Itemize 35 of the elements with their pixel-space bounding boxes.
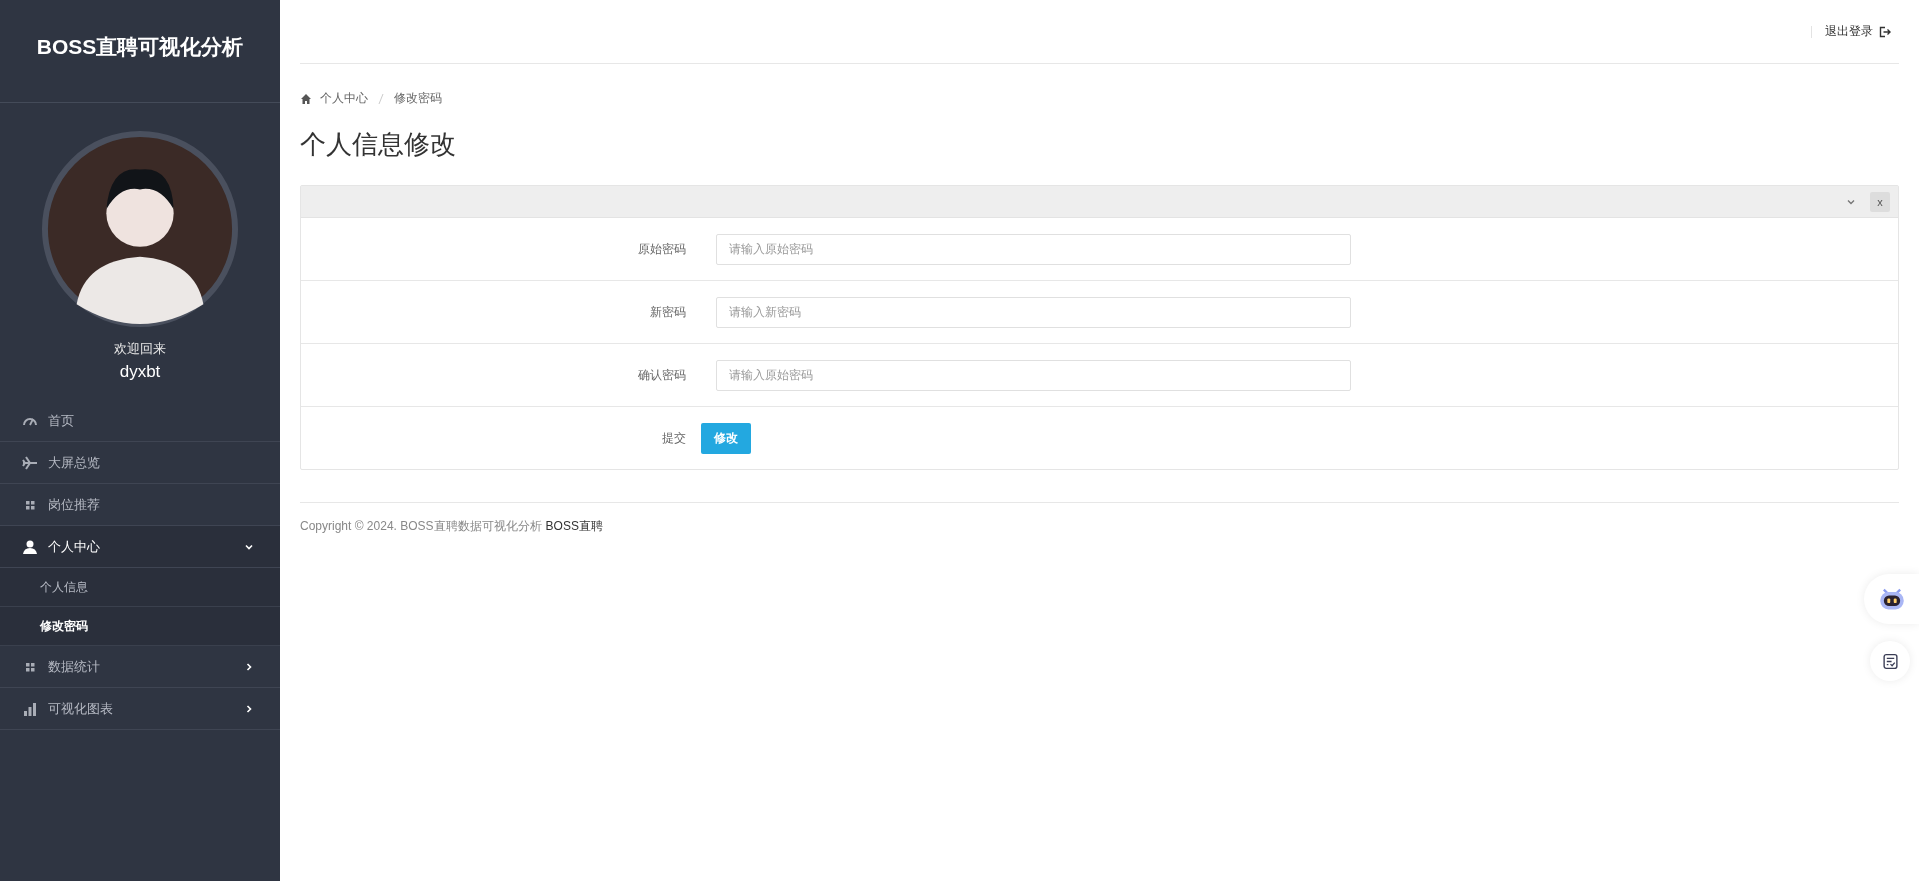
- breadcrumb-link[interactable]: 个人中心: [320, 90, 368, 107]
- greeting-text: 欢迎回来: [114, 340, 166, 358]
- logout-icon: [1879, 25, 1891, 38]
- footer-link[interactable]: BOSS直聘: [545, 518, 603, 535]
- field-label: 新密码: [649, 303, 687, 321]
- assistant-button[interactable]: [1864, 574, 1919, 624]
- copyright-text: Copyright © 2024. BOSS直聘数据可视化分析: [300, 518, 542, 535]
- chevron-right-icon: [244, 703, 254, 714]
- checklist-icon: [1881, 652, 1899, 670]
- breadcrumb-link[interactable]: 修改密码: [394, 90, 442, 107]
- field-label: 确认密码: [637, 366, 687, 384]
- home-icon: [300, 92, 312, 105]
- breadcrumb-separator: [378, 92, 384, 105]
- bar-chart-icon: [22, 700, 38, 717]
- user-icon: [22, 538, 38, 555]
- submenu-item[interactable]: 个人信息: [0, 568, 280, 607]
- password-field[interactable]: 请输入原始密码: [716, 233, 1351, 265]
- menu-item[interactable]: 数据统计: [0, 646, 280, 688]
- menu-item[interactable]: 大屏总览: [0, 442, 280, 484]
- menu-item[interactable]: 首页: [0, 400, 280, 442]
- menu-item[interactable]: 可视化图表: [0, 688, 280, 730]
- password-field[interactable]: 请输入新密码: [716, 296, 1351, 328]
- field-label: 原始密码: [637, 240, 687, 258]
- close-button[interactable]: x: [1870, 191, 1890, 212]
- logout-link[interactable]: 退出登录: [1825, 23, 1891, 40]
- notes-button[interactable]: [1870, 641, 1910, 681]
- password-field[interactable]: 请输入原始密码: [716, 359, 1351, 391]
- page-title: 个人信息修改: [300, 128, 457, 161]
- username: dyxbt: [119, 362, 161, 382]
- submenu-item[interactable]: 修改密码: [0, 607, 280, 646]
- menu-item[interactable]: 个人中心: [0, 526, 280, 568]
- plane-icon: [22, 454, 38, 471]
- chevron-right-icon: [244, 661, 254, 672]
- field-label: 提交: [661, 429, 687, 447]
- app-title: BOSS直聘可视化分析: [36, 34, 244, 60]
